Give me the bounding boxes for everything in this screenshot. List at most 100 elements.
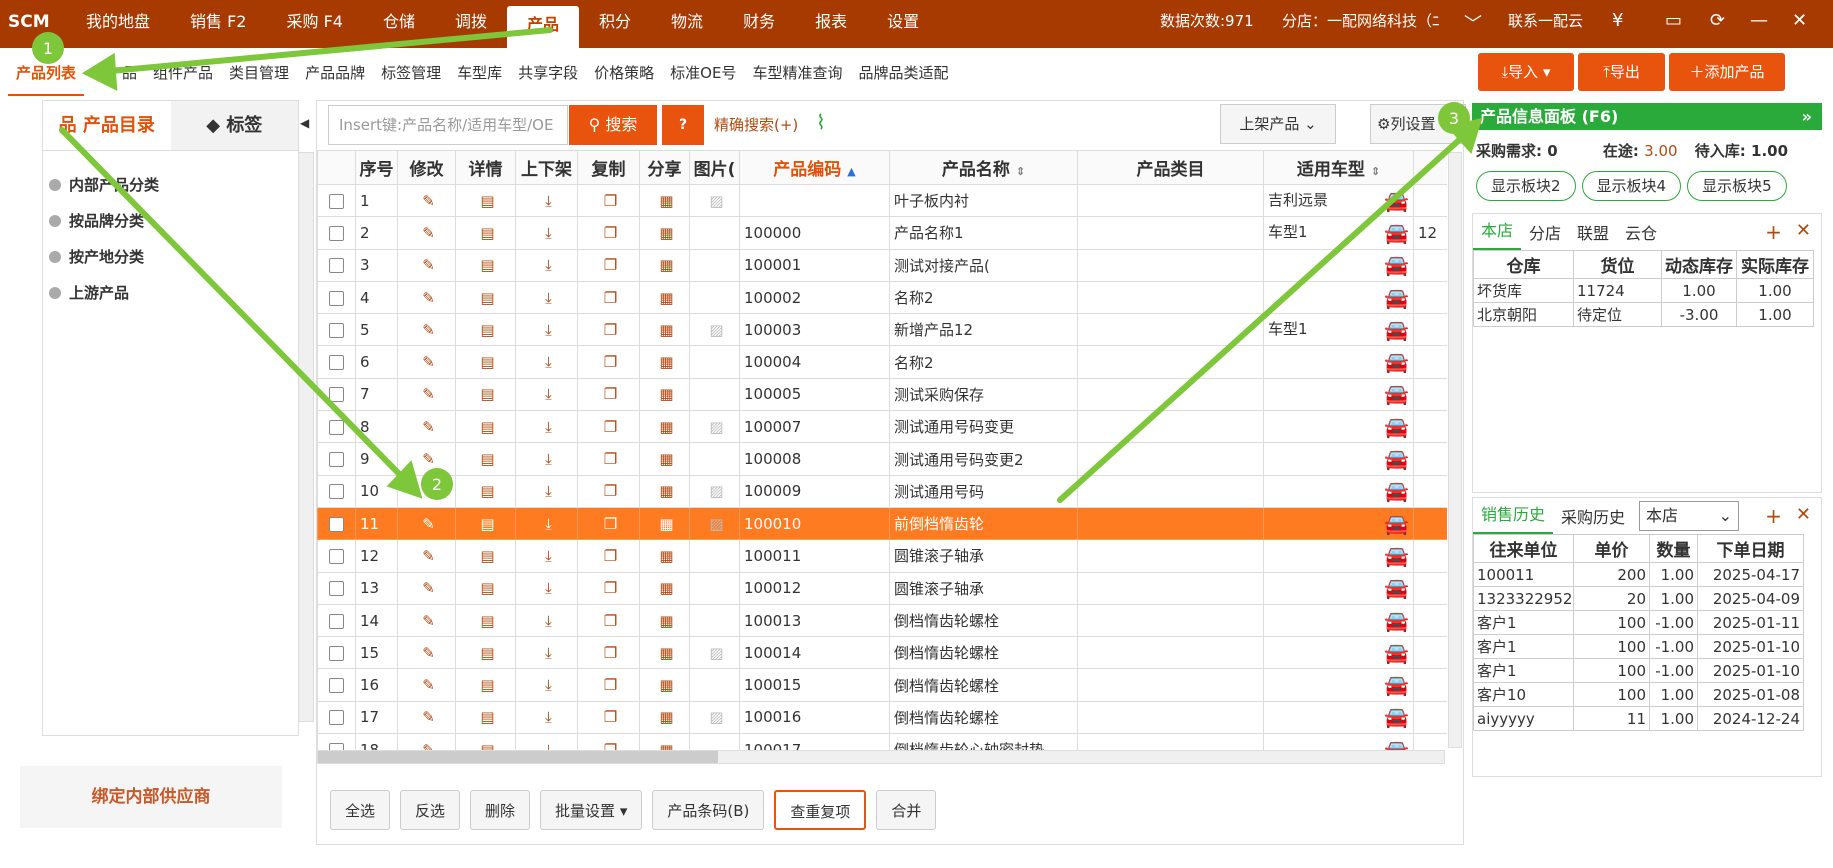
edit-icon[interactable]: ✎: [422, 450, 435, 468]
row-checkbox-cell[interactable]: [317, 183, 356, 218]
image-placeholder-icon[interactable]: ▨: [709, 515, 723, 533]
qrcode-icon[interactable]: ▦: [659, 676, 673, 694]
image-cell[interactable]: [689, 539, 740, 573]
expand-icon[interactable]: »: [1802, 103, 1812, 130]
copy-icon[interactable]: ❐: [604, 644, 617, 662]
qrcode-icon[interactable]: ▦: [659, 579, 673, 597]
action-cell[interactable]: ❐: [577, 733, 640, 750]
column-header[interactable]: 分享: [639, 150, 690, 185]
edit-icon[interactable]: ✎: [422, 708, 435, 726]
action-cell[interactable]: ✎: [397, 733, 456, 750]
detail-icon[interactable]: ▤: [480, 450, 494, 468]
row-checkbox[interactable]: [329, 290, 344, 306]
image-cell[interactable]: [689, 248, 740, 282]
action-cell[interactable]: ⤓: [515, 377, 578, 412]
row-checkbox-cell[interactable]: [317, 280, 356, 315]
car-icon[interactable]: 🚘: [1384, 318, 1409, 342]
action-cell[interactable]: ✎: [397, 410, 456, 444]
footer-button[interactable]: 产品条码(B): [652, 790, 765, 830]
action-cell[interactable]: ⤓: [515, 474, 578, 508]
row-checkbox[interactable]: [329, 193, 344, 209]
table-hscrollbar[interactable]: [317, 750, 1445, 764]
action-cell[interactable]: ✎: [397, 668, 456, 702]
action-cell[interactable]: ▤: [455, 668, 516, 702]
table-row[interactable]: 17 ✎ ▤ ⤓ ❐ ▦ ▨ 100016 倒档惰齿轮螺栓 🚘: [317, 700, 1447, 735]
action-cell[interactable]: ⤓: [515, 603, 578, 638]
action-cell[interactable]: ✎: [397, 603, 456, 638]
shelf-filter-select[interactable]: 上架产品 ⌄: [1220, 104, 1336, 144]
row-checkbox-cell[interactable]: [317, 700, 356, 735]
row-checkbox[interactable]: [329, 548, 344, 564]
detail-icon[interactable]: ▤: [480, 353, 494, 371]
copy-icon[interactable]: ❐: [604, 256, 617, 274]
qrcode-icon[interactable]: ▦: [659, 450, 673, 468]
image-placeholder-icon[interactable]: ▨: [709, 708, 723, 726]
action-cell[interactable]: ✎: [397, 313, 456, 347]
chevron-down-icon[interactable]: ﹀: [1464, 10, 1482, 36]
car-icon[interactable]: 🚘: [1384, 189, 1409, 213]
table-row[interactable]: 18 ✎ ▤ ⤓ ❐ ▦ 100017倒档惰齿轮心轴密封垫 🚘: [317, 733, 1447, 750]
row-checkbox-cell[interactable]: [317, 668, 356, 702]
action-cell[interactable]: ▦: [639, 410, 690, 444]
action-cell[interactable]: ▦: [639, 183, 690, 218]
row-checkbox-cell[interactable]: [317, 345, 356, 379]
action-cell[interactable]: ❐: [577, 216, 640, 250]
footer-button[interactable]: 合并: [876, 790, 937, 830]
image-cell[interactable]: ▨: [689, 506, 740, 541]
expand-bullet-icon[interactable]: [49, 251, 61, 263]
action-cell[interactable]: ⤓: [515, 442, 578, 476]
image-cell[interactable]: [689, 377, 740, 412]
edit-icon[interactable]: ✎: [422, 579, 435, 597]
edit-icon[interactable]: ✎: [422, 418, 435, 436]
image-cell[interactable]: [689, 345, 740, 379]
copy-icon[interactable]: ❐: [604, 192, 617, 210]
action-cell[interactable]: ▦: [639, 313, 690, 347]
nav-item[interactable]: 我的地盘: [66, 0, 170, 48]
row-checkbox-cell[interactable]: [317, 377, 356, 412]
action-cell[interactable]: ⤓: [515, 700, 578, 735]
edit-icon[interactable]: ✎: [422, 612, 435, 630]
column-header[interactable]: 产品编码 ▲: [739, 150, 890, 185]
action-cell[interactable]: ▦: [639, 345, 690, 379]
edit-icon[interactable]: ✎: [422, 353, 435, 371]
table-row[interactable]: 9 ✎ ▤ ⤓ ❐ ▦ 100008 测试通用号码变更2 🚘: [317, 442, 1447, 476]
detail-icon[interactable]: ▤: [480, 321, 494, 339]
action-cell[interactable]: ▤: [455, 183, 516, 218]
car-icon[interactable]: 🚘: [1384, 705, 1409, 729]
column-header[interactable]: 序号: [355, 150, 398, 185]
column-header[interactable]: 数量: [1649, 534, 1698, 563]
action-cell[interactable]: ⤓: [515, 183, 578, 218]
edit-icon[interactable]: ✎: [422, 192, 435, 210]
history-scope-select[interactable]: 本店 ⌄: [1639, 501, 1740, 531]
table-row[interactable]: 8 ✎ ▤ ⤓ ❐ ▦ ▨ 100007 测试通用号码变更 🚘: [317, 410, 1447, 444]
shelf-icon[interactable]: ⤓: [545, 676, 552, 694]
table-row[interactable]: 4 ✎ ▤ ⤓ ❐ ▦ 100002 名称2 🚘: [317, 280, 1447, 315]
action-cell[interactable]: ❐: [577, 700, 640, 735]
shelf-icon[interactable]: ⤓: [545, 482, 552, 500]
row-checkbox-cell[interactable]: [317, 506, 356, 541]
detail-icon[interactable]: ▤: [480, 612, 494, 630]
table-row[interactable]: 13 ✎ ▤ ⤓ ❐ ▦ 100012 圆锥滚子轴承 🚘: [317, 571, 1447, 605]
row-checkbox[interactable]: [329, 645, 344, 661]
nav-item[interactable]: 采购 F4: [267, 0, 363, 48]
action-cell[interactable]: ▦: [639, 474, 690, 508]
action-cell[interactable]: ✎: [397, 636, 456, 670]
qrcode-icon[interactable]: ▦: [659, 192, 673, 210]
edit-icon[interactable]: ✎: [422, 515, 435, 533]
branch-selector[interactable]: 分店：一配网络科技（ﾆ: [1282, 0, 1462, 48]
shelf-icon[interactable]: ⤓: [545, 289, 552, 307]
car-icon[interactable]: 🚘: [1384, 576, 1409, 600]
action-cell[interactable]: ❐: [577, 668, 640, 702]
export-button[interactable]: ⤒导出: [1578, 53, 1665, 91]
action-cell[interactable]: ▦: [639, 733, 690, 750]
action-cell[interactable]: ✎: [397, 442, 456, 476]
image-placeholder-icon[interactable]: ▨: [709, 192, 723, 210]
table-row[interactable]: 坏货库 11724 1.00 1.00: [1473, 278, 1814, 303]
row-checkbox[interactable]: [329, 613, 344, 629]
row-checkbox[interactable]: [329, 452, 344, 468]
edit-icon[interactable]: ✎: [422, 385, 435, 403]
copy-icon[interactable]: ❐: [604, 515, 617, 533]
qrcode-icon[interactable]: ▦: [659, 385, 673, 403]
column-header[interactable]: 产品名称 ⇕: [889, 150, 1078, 185]
action-cell[interactable]: ▤: [455, 733, 516, 750]
